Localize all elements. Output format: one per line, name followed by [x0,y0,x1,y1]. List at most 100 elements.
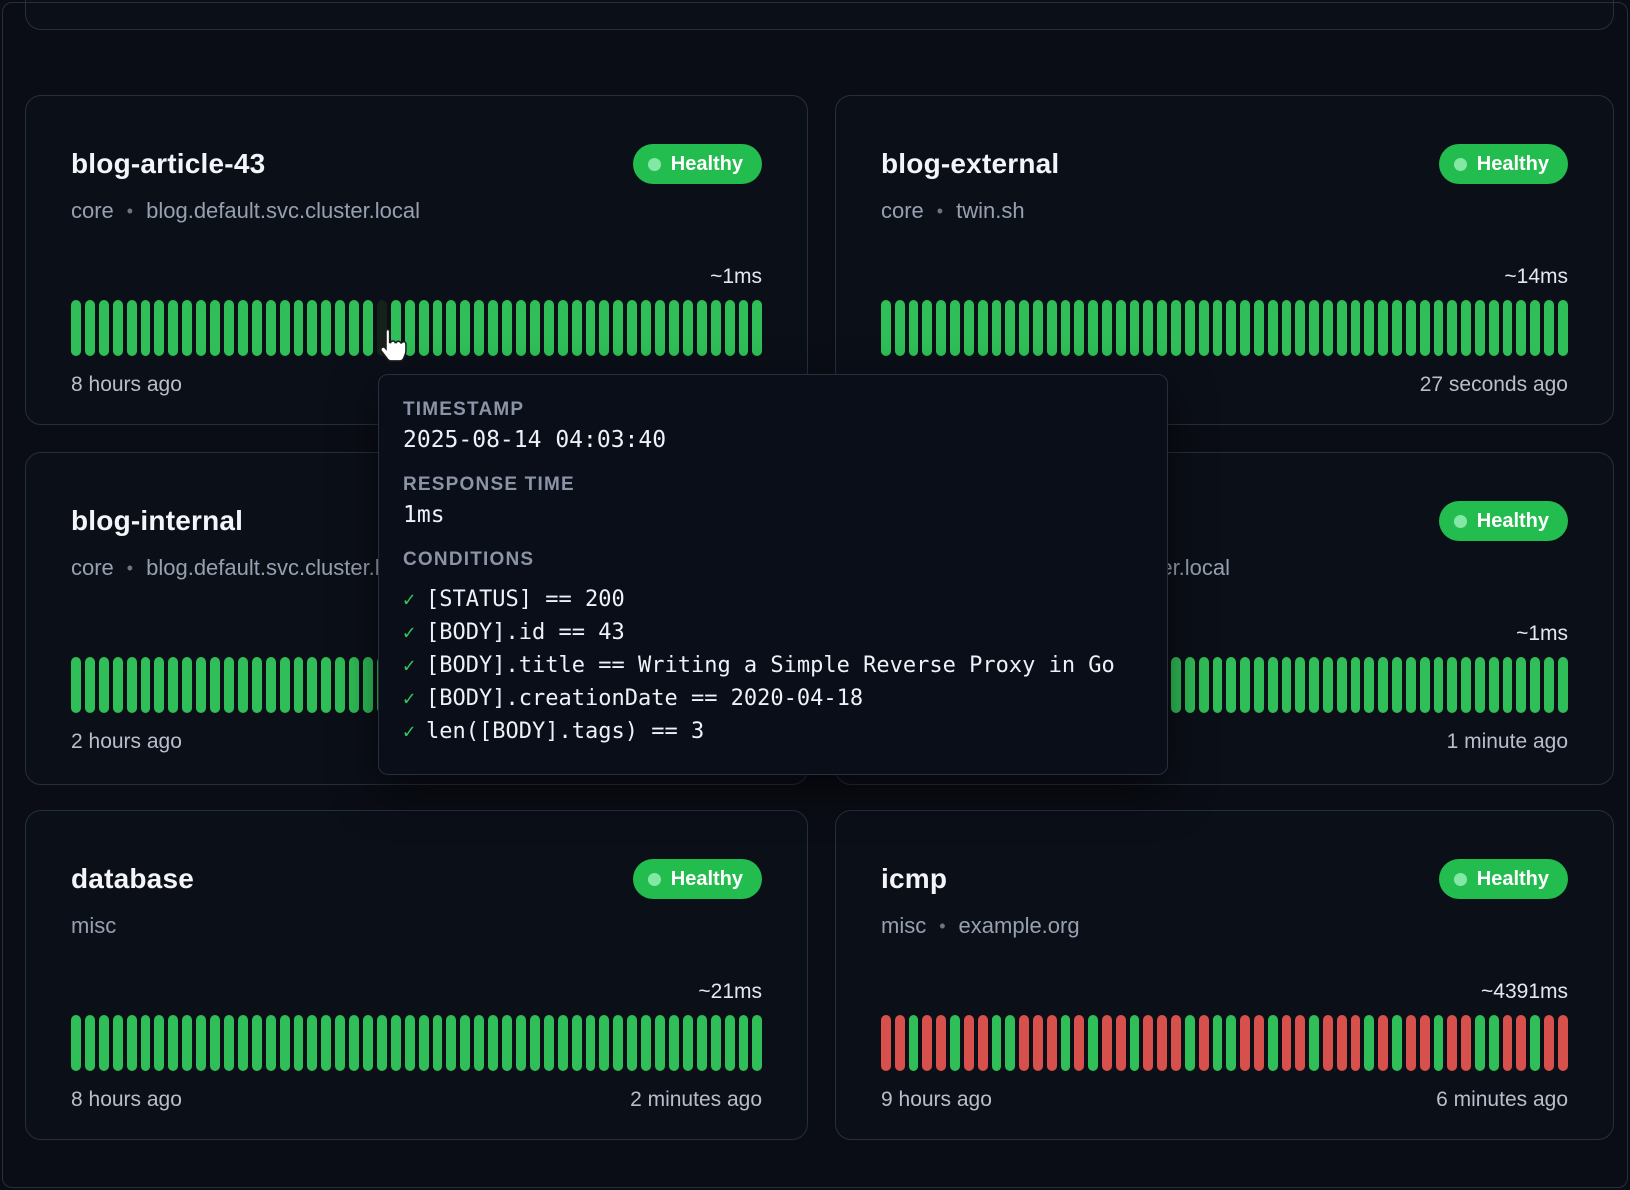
status-bar[interactable] [950,300,960,356]
status-bar[interactable] [627,300,637,356]
status-bar[interactable] [1364,1015,1374,1071]
status-bar[interactable] [516,300,526,356]
status-bar[interactable] [1309,300,1319,356]
status-bar[interactable] [992,300,1002,356]
status-bar[interactable] [1102,1015,1112,1071]
status-bar[interactable] [1309,657,1319,713]
status-bar[interactable] [1295,300,1305,356]
status-bar[interactable] [1406,657,1416,713]
status-bar[interactable] [488,1015,498,1071]
status-bar[interactable] [71,657,81,713]
status-bar[interactable] [1254,300,1264,356]
status-bar[interactable] [266,300,276,356]
status-bar[interactable] [502,1015,512,1071]
status-bar[interactable] [1544,657,1554,713]
status-bar[interactable] [655,300,665,356]
status-bar[interactable] [266,657,276,713]
status-bar[interactable] [168,657,178,713]
status-bar[interactable] [363,300,373,356]
previous-card-edge[interactable] [25,0,1614,30]
status-bar[interactable] [725,300,735,356]
status-bar[interactable] [739,300,749,356]
status-bar[interactable] [992,1015,1002,1071]
status-bar[interactable] [210,657,220,713]
status-bar[interactable] [1171,300,1181,356]
status-bar[interactable] [1447,657,1457,713]
status-bar[interactable] [1378,1015,1388,1071]
status-bar[interactable] [141,1015,151,1071]
status-bar[interactable] [1185,1015,1195,1071]
status-bar[interactable] [1295,1015,1305,1071]
status-bar[interactable] [922,300,932,356]
status-bar[interactable] [349,300,359,356]
service-card-icmp[interactable]: icmp Healthy misc • example.org ~4391ms … [835,810,1614,1140]
status-bar[interactable] [530,300,540,356]
status-bar[interactable] [669,1015,679,1071]
status-bar[interactable] [1199,1015,1209,1071]
status-bar[interactable] [210,1015,220,1071]
status-bar[interactable] [1282,1015,1292,1071]
status-bar[interactable] [1088,300,1098,356]
status-bar[interactable] [1503,1015,1513,1071]
status-bar[interactable] [1213,1015,1223,1071]
status-bar[interactable] [141,300,151,356]
status-bar[interactable] [1199,657,1209,713]
status-bar[interactable] [1226,657,1236,713]
status-bar[interactable] [725,1015,735,1071]
status-bar[interactable] [1378,657,1388,713]
status-bar[interactable] [182,1015,192,1071]
status-bar[interactable] [1143,300,1153,356]
status-bar[interactable] [1309,1015,1319,1071]
status-bar[interactable] [1282,657,1292,713]
status-bar[interactable] [1171,1015,1181,1071]
status-bar[interactable] [1130,1015,1140,1071]
status-bar[interactable] [294,1015,304,1071]
status-bar[interactable] [697,1015,707,1071]
status-bar[interactable] [224,657,234,713]
status-bar[interactable] [1530,300,1540,356]
status-bar[interactable] [881,1015,891,1071]
status-bar[interactable] [377,1015,387,1071]
status-bar[interactable] [1503,657,1513,713]
status-bar[interactable] [460,300,470,356]
status-bar[interactable] [1226,300,1236,356]
status-bar[interactable] [238,1015,248,1071]
status-bar[interactable] [1530,657,1540,713]
status-bar[interactable] [1337,657,1347,713]
status-bar[interactable] [99,300,109,356]
status-bar[interactable] [1268,657,1278,713]
status-bar[interactable] [1364,657,1374,713]
status-bar[interactable] [321,1015,331,1071]
status-bar[interactable] [683,1015,693,1071]
status-bar[interactable] [1185,300,1195,356]
status-bar[interactable] [85,1015,95,1071]
status-bar[interactable] [1364,300,1374,356]
status-bar[interactable] [683,300,693,356]
status-bar[interactable] [1434,300,1444,356]
status-bar[interactable] [71,1015,81,1071]
status-bar[interactable] [1475,1015,1485,1071]
status-bar[interactable] [335,300,345,356]
status-bar[interactable] [978,1015,988,1071]
status-bar[interactable] [1226,1015,1236,1071]
status-bar[interactable] [1047,1015,1057,1071]
status-bar[interactable] [1116,300,1126,356]
status-bar[interactable] [586,1015,596,1071]
status-bar[interactable] [335,1015,345,1071]
status-bar[interactable] [964,300,974,356]
status-bar[interactable] [1406,1015,1416,1071]
status-bar[interactable] [113,657,123,713]
status-bar[interactable] [1213,657,1223,713]
status-bar[interactable] [627,1015,637,1071]
status-bar[interactable] [1199,300,1209,356]
status-bar[interactable] [1461,300,1471,356]
status-bar[interactable] [922,1015,932,1071]
status-bar[interactable] [266,1015,276,1071]
status-bar[interactable] [1475,300,1485,356]
status-bar[interactable] [1005,1015,1015,1071]
status-bar[interactable] [460,1015,470,1071]
status-bar[interactable] [1516,1015,1526,1071]
status-bar[interactable] [1447,300,1457,356]
status-bar[interactable] [182,657,192,713]
status-bar[interactable] [196,1015,206,1071]
